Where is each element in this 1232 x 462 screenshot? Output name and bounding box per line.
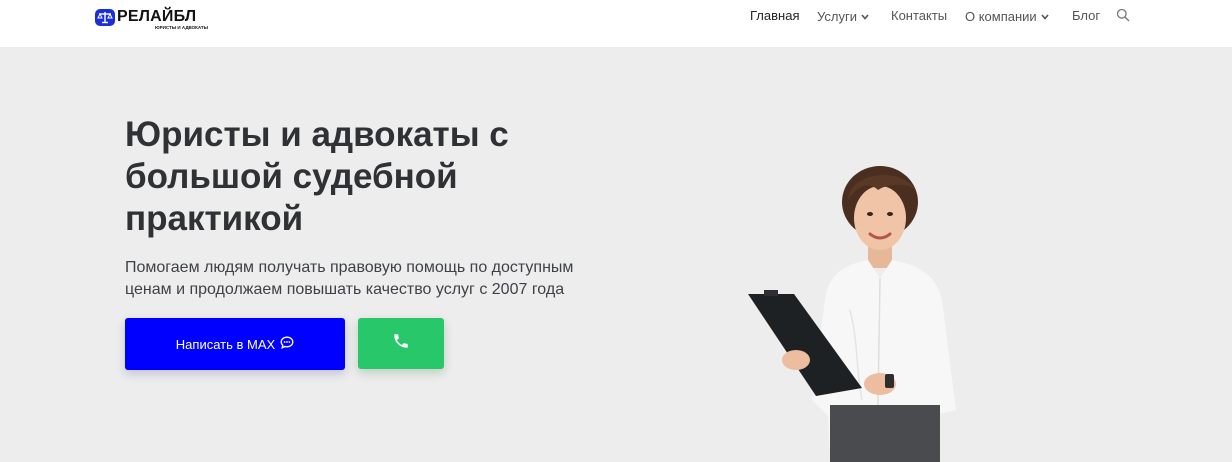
chevron-down-icon bbox=[861, 8, 869, 24]
hero-subtitle: Помогаем людям получать правовую помощь … bbox=[125, 259, 574, 298]
write-in-max-label: Написать в MAX bbox=[175, 336, 276, 352]
logo[interactable]: РЕЛАЙБЛ юристы и адвокаты bbox=[95, 8, 215, 32]
lawyer-photo bbox=[730, 160, 990, 462]
nav-item-blog[interactable]: Блог bbox=[1072, 8, 1100, 24]
phone-icon bbox=[392, 332, 410, 355]
search-icon[interactable] bbox=[1116, 8, 1130, 22]
nav-item-label: Блог bbox=[1072, 8, 1101, 23]
nav-item-label: О компании bbox=[965, 9, 1037, 24]
chat-bubble-icon bbox=[280, 336, 294, 352]
scales-icon bbox=[95, 9, 115, 26]
nav-item-label: Услуги bbox=[817, 9, 857, 24]
logo-name: РЕЛАЙБЛ bbox=[117, 8, 197, 25]
site-header: РЕЛАЙБЛ юристы и адвокаты Главная Услуги… bbox=[0, 0, 1232, 47]
nav-item-label: Главная bbox=[750, 8, 800, 23]
chevron-down-icon bbox=[1041, 8, 1049, 24]
write-in-max-button[interactable]: Написать в MAX bbox=[125, 318, 345, 370]
hero-title: Юристы и адвокаты с большой судебной пра… bbox=[125, 115, 509, 238]
nav-item-home[interactable]: Главная bbox=[750, 8, 799, 24]
call-button[interactable] bbox=[358, 318, 444, 369]
nav-item-about[interactable]: О компании bbox=[965, 8, 1049, 24]
nav-item-contacts[interactable]: Контакты bbox=[891, 8, 947, 24]
logo-tagline: юристы и адвокаты bbox=[155, 25, 209, 30]
nav-item-services[interactable]: Услуги bbox=[817, 8, 869, 24]
nav-item-label: Контакты bbox=[891, 8, 948, 23]
